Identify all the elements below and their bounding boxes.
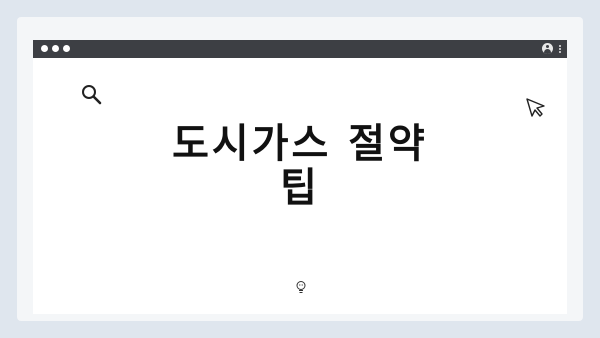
- user-icon[interactable]: [542, 43, 553, 54]
- window-titlebar: [33, 40, 567, 58]
- window-controls: [41, 45, 70, 52]
- page-title: 도시가스 절약 팁: [33, 122, 567, 210]
- minimize-dot-icon[interactable]: [52, 45, 59, 52]
- browser-window: 도시가스 절약 팁: [33, 40, 567, 314]
- title-line-1: 도시가스 절약: [172, 121, 428, 167]
- titlebar-actions: [542, 43, 561, 54]
- search-icon: [82, 85, 102, 105]
- cursor-icon: [526, 98, 545, 117]
- lightbulb-icon: [296, 281, 306, 293]
- maximize-dot-icon[interactable]: [63, 45, 70, 52]
- title-line-2: 팁: [280, 165, 320, 211]
- close-dot-icon[interactable]: [41, 45, 48, 52]
- more-vertical-icon[interactable]: [559, 44, 561, 53]
